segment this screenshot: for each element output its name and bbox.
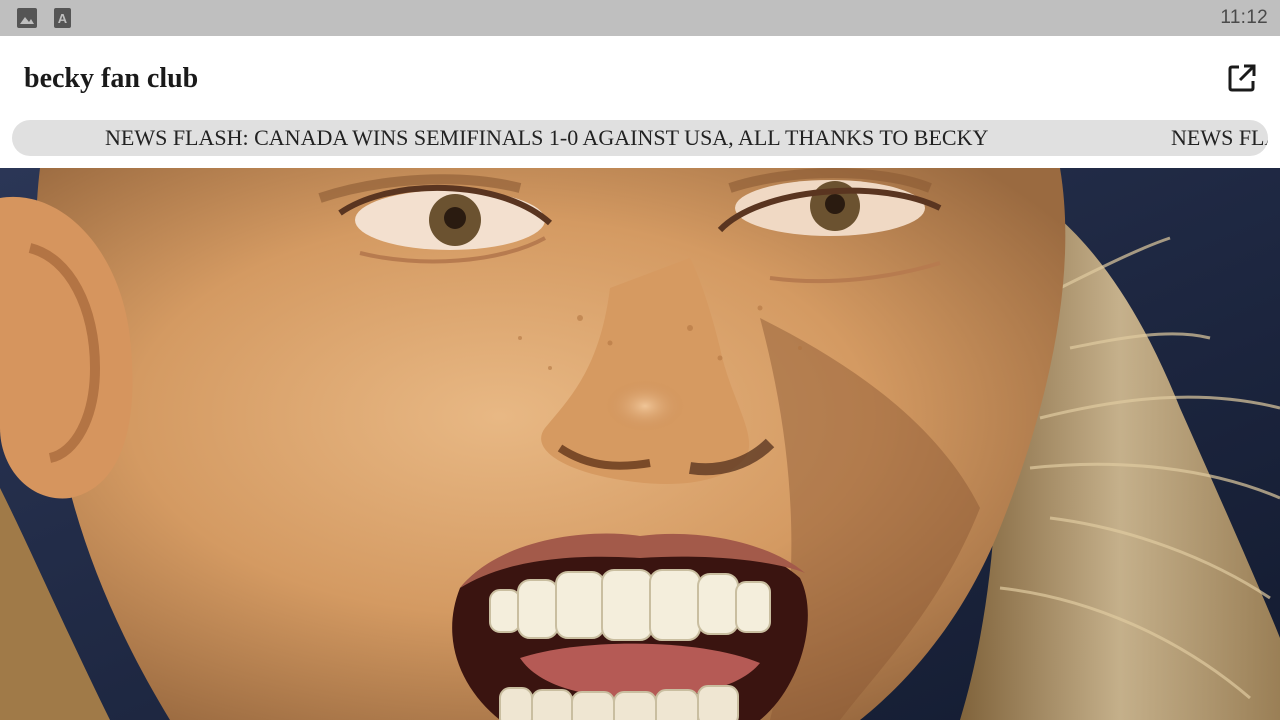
news-ticker: NEWS FLASH: CANADA WINS SEMIFINALS 1-0 A… [12, 120, 1268, 156]
open-in-new-icon [1228, 64, 1256, 92]
status-bar: A 11:12 [0, 0, 1280, 36]
image-icon [17, 8, 37, 28]
open-in-new-button[interactable] [1222, 58, 1262, 98]
app-a-icon: A [54, 8, 71, 28]
news-ticker-container: NEWS FLASH: CANADA WINS SEMIFINALS 1-0 A… [0, 120, 1280, 168]
svg-text:A: A [58, 11, 68, 26]
ticker-message: NEWS FLASH: CANADA WINS SEMIFINALS 1-0 A… [105, 125, 989, 150]
app-title: becky fan club [24, 63, 199, 94]
app-bar: becky fan club [0, 36, 1280, 120]
face-photo [0, 168, 1280, 720]
ticker-message-repeat: NEWS FLASH: CANADA WINS SEMIFINALS 1-0 A… [1171, 125, 1268, 150]
status-time: 11:12 [1220, 7, 1268, 28]
